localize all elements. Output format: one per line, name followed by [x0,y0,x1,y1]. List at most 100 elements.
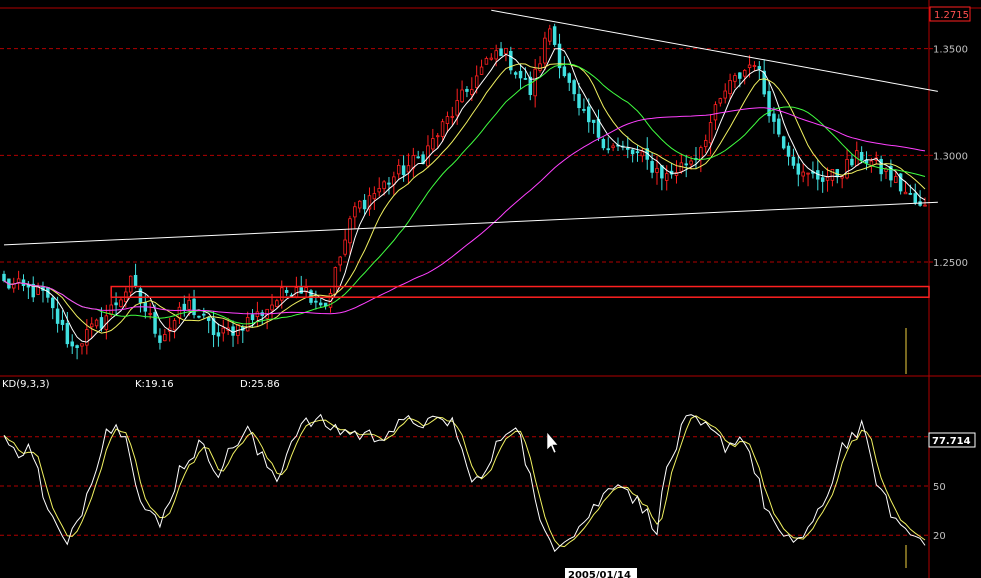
kd-tick-label: 50 [933,482,946,493]
candle-body [504,47,508,54]
candle-body [65,323,70,345]
candle-body [182,303,187,311]
candle-body [523,78,528,80]
candle-body [850,158,854,166]
candle-body [903,191,908,195]
candle-body [689,160,693,165]
candle-body [450,115,455,118]
candle-body [50,297,55,309]
candle-body [387,182,391,185]
candle-body [2,273,6,282]
candle-body [494,50,498,60]
kd-title: KD(9,3,3) [2,379,50,390]
candle-body [455,100,459,116]
candle-body [747,64,752,68]
candle-body [650,161,654,173]
candle-body [460,89,464,103]
kd-oscillator [3,413,926,568]
candle-body [299,287,303,294]
candle-body [80,343,84,347]
axis-labels: 1.35001.30001.2500805020 [933,45,968,543]
candle-body [772,113,776,122]
price-tick-label: 1.3000 [933,151,968,162]
ma-line-20 [3,63,926,325]
candle-body [830,169,835,181]
candle-body [606,148,610,151]
candle-body [703,140,708,148]
candle-body [206,317,211,321]
candle-body [231,326,235,336]
candle-body [582,109,586,111]
candle-body [353,206,357,218]
candle-body [128,275,133,293]
candle-body [431,138,435,150]
price-tick-label: 1.2500 [933,258,968,269]
candle-body [114,302,118,306]
candle-body [786,145,791,157]
candle-body [777,118,781,135]
candle-body [664,173,669,181]
candle-body [94,319,99,327]
candle-body [21,279,26,287]
candle-body [89,323,94,328]
mouse-cursor-icon [546,431,559,454]
candle-body [499,48,503,57]
candle-body [396,164,401,175]
candle-body [357,200,362,209]
candle-body [158,335,162,343]
candle-body [518,70,523,79]
candle-body [474,75,479,88]
candle-body [533,68,537,97]
candle-body [119,299,123,307]
candle-body [733,75,737,82]
candle-body [172,320,177,331]
candle-body [894,176,898,183]
candle-body [655,167,659,173]
candle-body [806,172,810,175]
candle-body [280,287,284,301]
candle-body [713,104,718,121]
candle-body [60,319,65,325]
candle-body [377,188,381,193]
candle-body [479,66,484,75]
candle-body [796,163,801,175]
candle-body [319,302,323,306]
candle-body [177,306,182,319]
candle-body [465,88,469,92]
candle-body [611,145,615,148]
candle-body [314,300,318,303]
candle-body [192,298,196,316]
candle-body [781,136,786,149]
candle-body [489,57,494,60]
candle-body [562,66,567,77]
candle-body [913,193,917,204]
candle-body [923,204,927,207]
candle-body [75,345,79,349]
candle-body [484,58,489,65]
candle-body [630,149,635,155]
candle-body [55,308,60,324]
candle-body [275,300,279,307]
candlestick-series [2,23,927,360]
candle-body [435,135,440,138]
candle-body [470,89,474,95]
forex-chart: 1.35001.30001.2500805020 1.2715 KD(9,3,3… [0,0,981,578]
candle-body [202,313,206,316]
candle-body [552,26,557,45]
candle-body [577,93,581,109]
candle-body [723,90,727,99]
kd-d-value: D:25.86 [240,379,280,390]
k-line [3,413,926,553]
candle-body [445,116,450,124]
kd-k-value: K:19.16 [135,379,174,390]
candle-body [752,65,757,67]
d-line [3,415,926,548]
candle-body [99,317,104,329]
candle-body [528,76,533,95]
candle-body [757,66,762,70]
candle-body [406,165,411,173]
candle-body [333,267,338,295]
candle-body [587,106,591,123]
candle-body [221,327,226,334]
candle-body [362,199,367,210]
